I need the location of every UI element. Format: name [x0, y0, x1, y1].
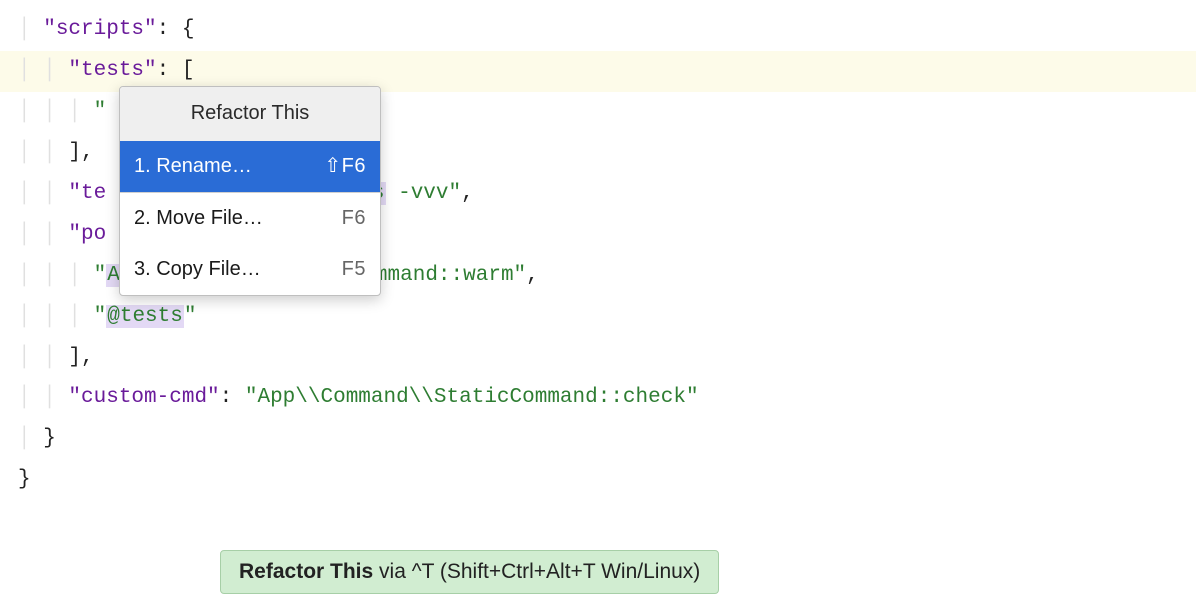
code-line: │ │ ], [0, 338, 1196, 379]
hint-badge: Refactor This via ^T (Shift+Ctrl+Alt+T W… [220, 550, 719, 594]
code-line: } [0, 460, 1196, 501]
refactor-popup: Refactor This 1. Rename… ⇧F6 2. Move Fil… [119, 86, 381, 296]
menu-item-label: 3. Copy File… [134, 250, 261, 289]
hint-title: Refactor This [239, 560, 373, 583]
code-line: │ } [0, 419, 1196, 460]
menu-item-label: 1. Rename… [134, 147, 252, 186]
code-line: │ "scripts": { [0, 10, 1196, 51]
menu-item-shortcut: F5 [342, 250, 366, 289]
menu-item-move-file[interactable]: 2. Move File… F6 [120, 193, 380, 244]
menu-item-shortcut: ⇧F6 [324, 147, 366, 186]
code-editor[interactable]: │ "scripts": { │ │ "tests": [ │ │ │ " │ … [0, 0, 1196, 501]
hint-text: via ^T (Shift+Ctrl+Alt+T Win/Linux) [373, 560, 700, 583]
menu-item-label: 2. Move File… [134, 199, 263, 238]
code-line: │ │ "custom-cmd": "App\\Command\\StaticC… [0, 378, 1196, 419]
menu-item-shortcut: F6 [342, 199, 366, 238]
code-line: │ │ │ "@tests" [0, 297, 1196, 338]
popup-title: Refactor This [120, 87, 380, 141]
menu-item-copy-file[interactable]: 3. Copy File… F5 [120, 244, 380, 295]
menu-item-rename[interactable]: 1. Rename… ⇧F6 [120, 141, 380, 192]
